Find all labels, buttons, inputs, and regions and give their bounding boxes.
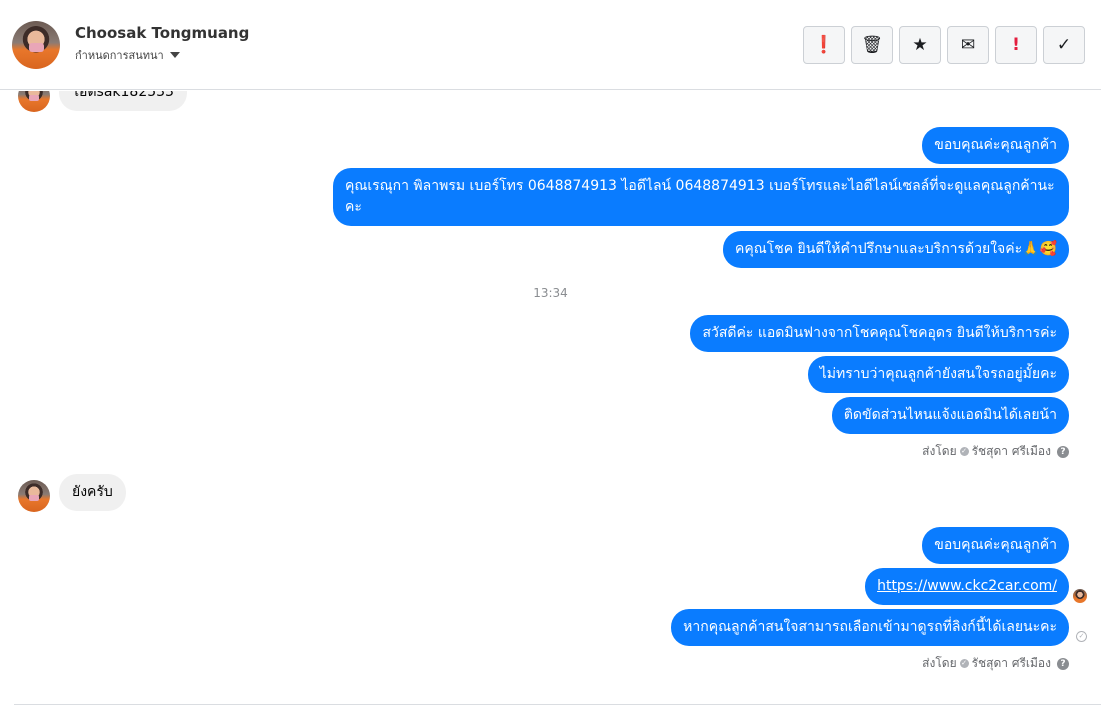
star-icon: ★ (912, 35, 928, 55)
sender-avatar (18, 480, 50, 512)
sender-check-icon: ✓ (959, 447, 969, 456)
composer-divider (14, 704, 1101, 705)
caret-down-icon (169, 52, 180, 58)
sent-by-name: รัชสุดา ศรีเมือง (971, 656, 1051, 670)
mark-spam-button[interactable]: ❗ (803, 26, 845, 64)
outgoing-message[interactable]: ไม่ทราบว่าคุณลูกค้ายังสนใจรถอยู่มั้ยคะ (807, 356, 1069, 393)
outgoing-message[interactable]: คคุณโชค ยินดีให้คำปรึกษาและบริการด้วยใจค… (722, 231, 1069, 268)
sent-by-prefix: ส่งโดย (922, 656, 957, 670)
help-icon[interactable]: ? (1057, 657, 1069, 670)
contact-name[interactable]: Choosak Tongmuang (75, 24, 249, 42)
link[interactable]: https://www.ckc2car.com/ (877, 578, 1057, 594)
outgoing-message[interactable]: สวัสดีค่ะ แอดมินฟางจากโชคคุณโชคอุดร ยินด… (690, 315, 1069, 352)
seen-by-avatar (1073, 589, 1087, 603)
incoming-message[interactable]: ยังครับ (59, 474, 126, 511)
outgoing-message[interactable]: ติดขัดส่วนไหนแจ้งแอดมินได้เลยน้า (831, 397, 1069, 434)
outgoing-message-link[interactable]: https://www.ckc2car.com/ (865, 568, 1069, 605)
sender-avatar (18, 91, 50, 112)
conversation-header: Choosak Tongmuang กำหนดการสนทนา ❗ 🗑 ★ ✉ … (0, 0, 1101, 90)
important-icon: ! (1012, 35, 1020, 55)
trash-icon: 🗑 (861, 35, 883, 55)
message-thread[interactable]: ไอดีsak182533 ขอบคุณค่ะคุณลูกค้า คุณเรณุ… (0, 91, 1101, 704)
envelope-icon: ✉ (960, 35, 976, 55)
sent-by-label: ส่งโดย ✓ รัชสุดา ศรีเมือง ? (922, 442, 1069, 461)
star-button[interactable]: ★ (899, 26, 941, 64)
done-check-icon: ✓ (1056, 35, 1072, 55)
mark-important-button[interactable]: ! (995, 26, 1037, 64)
message-timestamp: 13:34 (533, 286, 568, 300)
delete-button[interactable]: 🗑 (851, 26, 893, 64)
outgoing-message[interactable]: ขอบคุณค่ะคุณลูกค้า (922, 127, 1069, 164)
incoming-message[interactable]: ไอดีsak182533 (59, 91, 187, 111)
sender-check-icon: ✓ (959, 659, 969, 668)
sent-by-prefix: ส่งโดย (922, 444, 957, 458)
help-icon[interactable]: ? (1057, 445, 1069, 458)
sent-by-name: รัชสุดา ศรีเมือง (971, 444, 1051, 458)
header-actions: ❗ 🗑 ★ ✉ ! ✓ (803, 26, 1085, 64)
outgoing-message[interactable]: ขอบคุณค่ะคุณลูกค้า (922, 527, 1069, 564)
spam-icon: ❗ (813, 35, 835, 55)
conversation-schedule-dropdown[interactable]: กำหนดการสนทนา (75, 46, 180, 64)
contact-avatar[interactable] (12, 21, 60, 69)
outgoing-message[interactable]: หากคุณลูกค้าสนใจสามารถเลือกเข้ามาดูรถที่… (671, 609, 1069, 646)
mark-done-button[interactable]: ✓ (1043, 26, 1085, 64)
mark-unread-button[interactable]: ✉ (947, 26, 989, 64)
sent-by-label: ส่งโดย ✓ รัชสุดา ศรีเมือง ? (922, 654, 1069, 673)
conversation-schedule-label: กำหนดการสนทนา (75, 49, 164, 62)
delivered-check-icon: ✓ (1076, 631, 1087, 642)
outgoing-message[interactable]: คุณเรณุกา พิลาพรม เบอร์โทร 0648874913 ไอ… (333, 168, 1069, 226)
